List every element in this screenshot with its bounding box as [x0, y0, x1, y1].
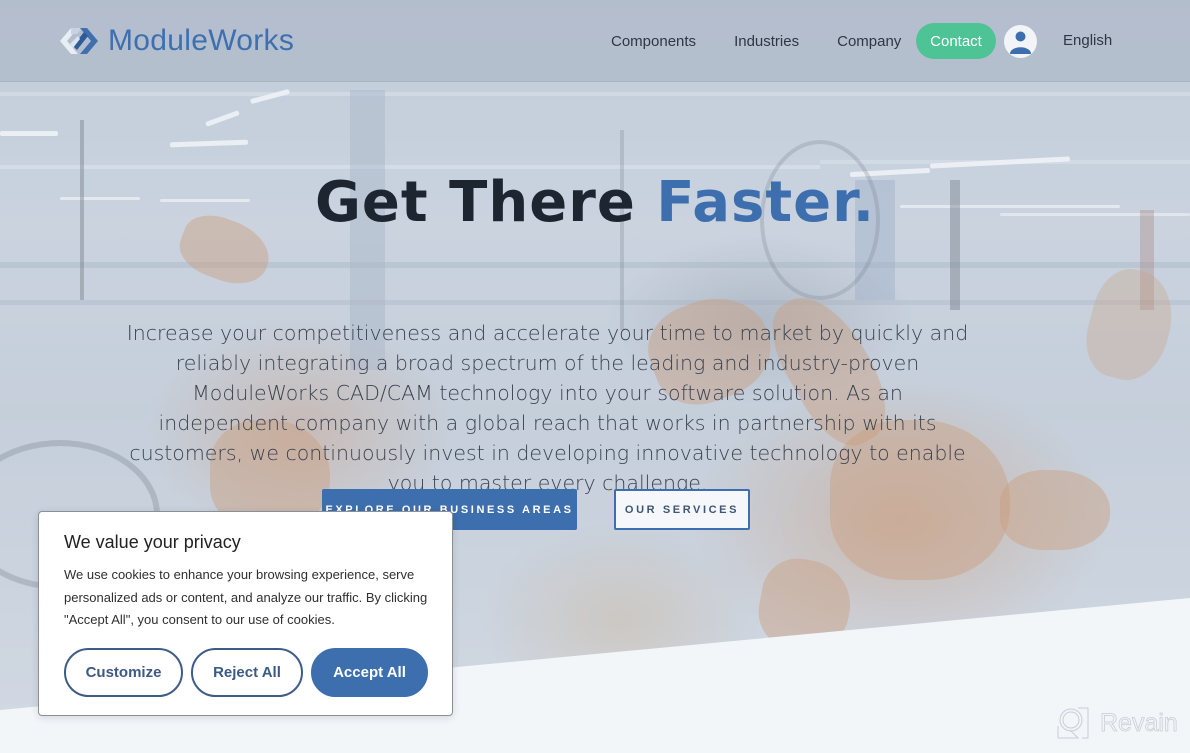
- moduleworks-logo-icon: [60, 28, 98, 54]
- cookie-consent-dialog: We value your privacy We use cookies to …: [38, 511, 453, 716]
- hero-description: Increase your competitiveness and accele…: [126, 321, 969, 495]
- nav-company[interactable]: Company: [837, 33, 901, 50]
- site-header: ModuleWorks Components Industries Compan…: [0, 0, 1190, 82]
- contact-button[interactable]: Contact: [916, 23, 996, 59]
- cookie-title: We value your privacy: [64, 532, 241, 552]
- our-services-button[interactable]: OUR SERVICES: [614, 489, 750, 530]
- nav-components[interactable]: Components: [611, 33, 696, 50]
- reject-all-button[interactable]: Reject All: [191, 648, 303, 697]
- logo-text: ModuleWorks: [108, 24, 295, 57]
- revain-text: Revain: [1100, 708, 1179, 737]
- cookie-text: We use cookies to enhance your browsing …: [64, 567, 428, 627]
- user-avatar-icon: [1010, 31, 1031, 54]
- accept-all-button[interactable]: Accept All: [311, 648, 428, 697]
- revain-logo-icon: [1057, 707, 1089, 739]
- revain-watermark: Revain: [1056, 706, 1178, 740]
- hero-title-accent: Faster.: [656, 170, 876, 235]
- nav-industries[interactable]: Industries: [734, 33, 799, 50]
- customize-button[interactable]: Customize: [64, 648, 183, 697]
- hero-title-main: Get There: [314, 170, 657, 235]
- hero-title: Get There Faster.: [0, 170, 1190, 235]
- logo[interactable]: ModuleWorks: [58, 22, 294, 60]
- language-selector[interactable]: English: [1063, 32, 1112, 49]
- main-nav: Components Industries Company: [611, 24, 939, 58]
- user-account-button[interactable]: [1004, 25, 1037, 58]
